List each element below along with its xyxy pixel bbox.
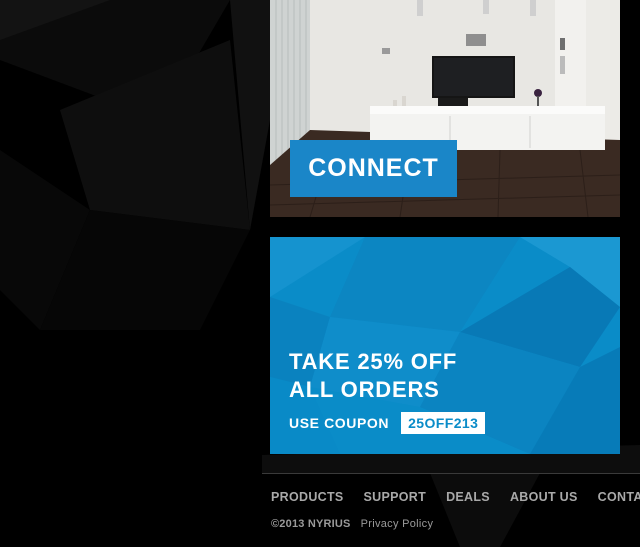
coupon-code-badge: 25OFF213 [401, 412, 486, 434]
footer-legal: ©2013 NYRIUS Privacy Policy [271, 518, 433, 530]
footer-link-contact[interactable]: CONTACT [598, 490, 640, 504]
footer-link-support[interactable]: SUPPORT [364, 490, 427, 504]
coupon-row: USE COUPON 25OFF213 [289, 412, 486, 434]
coupon-promo-tile[interactable]: TAKE 25% OFF ALL ORDERS USE COUPON 25OFF… [270, 237, 620, 454]
connect-promo-tile[interactable]: CONNECT [270, 0, 620, 217]
footer-link-products[interactable]: PRODUCTS [271, 490, 344, 504]
privacy-policy-link[interactable]: Privacy Policy [361, 518, 434, 530]
footer-divider [262, 473, 640, 474]
footer-nav: PRODUCTS SUPPORT DEALS ABOUT US CONTACT [271, 490, 640, 504]
footer-link-about-us[interactable]: ABOUT US [510, 490, 578, 504]
coupon-headline-line2: ALL ORDERS [289, 377, 440, 402]
coupon-headline: TAKE 25% OFF ALL ORDERS [289, 348, 457, 404]
footer-link-deals[interactable]: DEALS [446, 490, 490, 504]
coupon-headline-line1: TAKE 25% OFF [289, 349, 458, 374]
connect-button[interactable]: CONNECT [290, 140, 457, 197]
coupon-label: USE COUPON [289, 415, 390, 431]
copyright-text: ©2013 NYRIUS [271, 518, 351, 530]
